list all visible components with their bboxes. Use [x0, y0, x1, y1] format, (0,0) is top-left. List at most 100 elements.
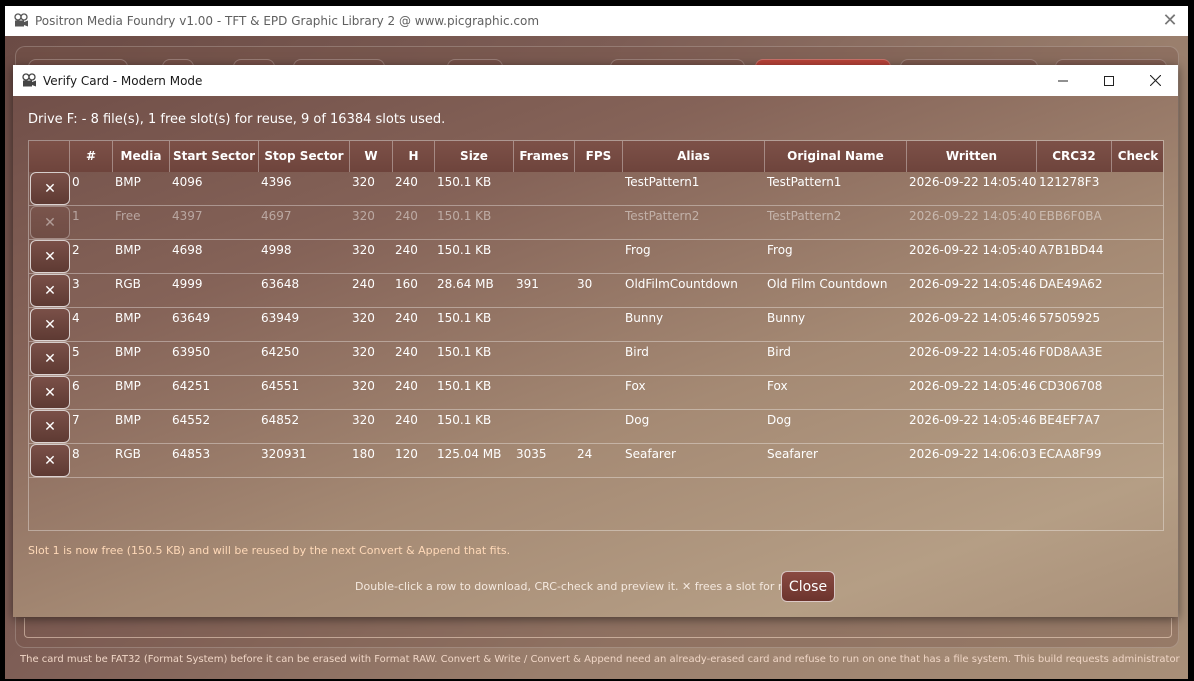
- cell-delete: ✕: [29, 274, 70, 307]
- cell-media: RGB: [115, 447, 141, 461]
- cell-fps: [575, 308, 623, 341]
- column-header-original-name[interactable]: Original Name: [765, 141, 907, 172]
- table-row[interactable]: ✕ 0 BMP 4096 4396 320 240 150.1 KB TestPattern1 T…: [29, 172, 1163, 206]
- cell-original-name: Frog: [767, 243, 793, 257]
- table-row[interactable]: ✕ 3 RGB 4999 63648 240 160 28.64 MB 391 30 OldFilm…: [29, 274, 1163, 308]
- cell-stop-sector: 4697: [261, 209, 292, 223]
- cell-frames: [514, 376, 575, 409]
- drive-summary: Drive F: - 8 file(s), 1 free slot(s) for…: [28, 112, 446, 127]
- dialog-close-button[interactable]: [1132, 65, 1178, 96]
- free-slot-button[interactable]: ✕: [30, 206, 70, 239]
- cell-check: [1112, 410, 1163, 443]
- cell-num: 5: [72, 345, 80, 359]
- cell-crc32: BE4EF7A7: [1039, 413, 1101, 427]
- cell-fps: 24: [577, 447, 593, 461]
- free-slot-button[interactable]: ✕: [30, 274, 70, 307]
- free-slot-button[interactable]: ✕: [30, 444, 70, 477]
- main-close-button[interactable]: ✕: [1160, 10, 1180, 32]
- table-row[interactable]: ✕ 8 RGB 64853 320931 180 120 125.04 MB 3035 24 Sea…: [29, 444, 1163, 478]
- column-header-num[interactable]: #: [70, 141, 113, 172]
- cell-written: 2026-09-22 14:05:46: [909, 413, 1037, 427]
- cell-num: 2: [72, 243, 80, 257]
- free-slot-button[interactable]: ✕: [30, 376, 70, 409]
- minimize-button[interactable]: [1040, 65, 1086, 96]
- cell-written: 2026-09-22 14:05:46: [909, 379, 1037, 393]
- dialog-titlebar[interactable]: Verify Card - Modern Mode: [13, 65, 1178, 96]
- cell-alias: TestPattern1: [625, 175, 700, 189]
- cell-crc32: 121278F3: [1039, 175, 1100, 189]
- column-header-written[interactable]: Written: [907, 141, 1037, 172]
- cell-check: [1112, 172, 1163, 205]
- cell-size: 150.1 KB: [437, 413, 492, 427]
- cell-crc32: F0D8AA3E: [1039, 345, 1103, 359]
- usage-hint: Double-click a row to download, CRC-chec…: [355, 580, 812, 593]
- cell-check: [1112, 206, 1163, 239]
- cell-start-sector: 4096: [172, 175, 203, 189]
- cell-start-sector: 63950: [172, 345, 211, 359]
- cell-delete: ✕: [29, 342, 70, 375]
- cell-height: 240: [395, 243, 418, 257]
- cell-stop-sector: 320931: [261, 447, 307, 461]
- cell-alias: Seafarer: [625, 447, 676, 461]
- cell-written: 2026-09-22 14:05:40: [909, 209, 1037, 223]
- cell-delete: ✕: [29, 308, 70, 341]
- cell-check: [1112, 308, 1163, 341]
- cell-check: [1112, 376, 1163, 409]
- table-row[interactable]: ✕ 4 BMP 63649 63949 320 240 150.1 KB Bunny Bunny 2…: [29, 308, 1163, 342]
- cell-width: 320: [352, 175, 375, 189]
- cell-written: 2026-09-22 14:05:46: [909, 345, 1037, 359]
- cell-original-name: Fox: [767, 379, 788, 393]
- cell-stop-sector: 63949: [261, 311, 300, 325]
- cell-width: 320: [352, 345, 375, 359]
- table-row[interactable]: ✕ 7 BMP 64552 64852 320 240 150.1 KB Dog Dog 2026-…: [29, 410, 1163, 444]
- cell-fps: [575, 206, 623, 239]
- cell-fps: [575, 240, 623, 273]
- column-header-check[interactable]: Check: [1112, 141, 1163, 172]
- cell-delete: ✕: [29, 206, 70, 239]
- cell-written: 2026-09-22 14:05:40: [909, 175, 1037, 189]
- column-header-height[interactable]: H: [393, 141, 435, 172]
- cell-alias: Frog: [625, 243, 651, 257]
- table-row[interactable]: ✕ 5 BMP 63950 64250 320 240 150.1 KB Bird Bird 202…: [29, 342, 1163, 376]
- cell-width: 240: [352, 277, 375, 291]
- cell-fps: [575, 376, 623, 409]
- free-slot-button[interactable]: ✕: [30, 410, 70, 443]
- cell-crc32: EBB6F0BA: [1039, 209, 1102, 223]
- column-header-start-sector[interactable]: Start Sector: [170, 141, 259, 172]
- column-header-alias[interactable]: Alias: [623, 141, 765, 172]
- column-header-size[interactable]: Size: [435, 141, 514, 172]
- cell-alias: Bunny: [625, 311, 664, 325]
- column-header-fps[interactable]: FPS: [575, 141, 623, 172]
- column-header-media[interactable]: Media: [113, 141, 170, 172]
- column-header-stop-sector[interactable]: Stop Sector: [259, 141, 350, 172]
- main-window-title: Positron Media Foundry v1.00 - TFT & EPD…: [35, 14, 540, 28]
- cell-size: 150.1 KB: [437, 311, 492, 325]
- column-header-crc32[interactable]: CRC32: [1037, 141, 1112, 172]
- free-slot-button[interactable]: ✕: [30, 308, 70, 341]
- column-header-frames[interactable]: Frames: [514, 141, 575, 172]
- film-camera-icon: [14, 13, 28, 27]
- cell-check: [1112, 240, 1163, 273]
- cell-fps: [575, 342, 623, 375]
- free-slot-button[interactable]: ✕: [30, 172, 70, 205]
- cell-original-name: TestPattern1: [767, 175, 842, 189]
- maximize-icon: [1104, 75, 1114, 86]
- cell-alias: Bird: [625, 345, 649, 359]
- maximize-button[interactable]: [1086, 65, 1132, 96]
- column-header-width[interactable]: W: [350, 141, 393, 172]
- cell-fps: 30: [577, 277, 593, 291]
- cell-frames: [514, 240, 575, 273]
- cell-frames: 3035: [516, 447, 547, 461]
- cell-check: [1112, 342, 1163, 375]
- table-row[interactable]: ✕ 2 BMP 4698 4998 320 240 150.1 KB Frog Frog 2026-…: [29, 240, 1163, 274]
- free-slot-button[interactable]: ✕: [30, 240, 70, 273]
- cell-delete: ✕: [29, 172, 70, 205]
- table-row[interactable]: ✕ 1 Free 4397 4697 320 240 150.1 KB TestPattern2…: [29, 206, 1163, 240]
- cell-stop-sector: 64250: [261, 345, 300, 359]
- table-row[interactable]: ✕ 6 BMP 64251 64551 320 240 150.1 KB Fox Fox 2026-…: [29, 376, 1163, 410]
- close-button[interactable]: Close: [781, 571, 835, 602]
- cell-frames: 391: [516, 277, 539, 291]
- column-header-delete[interactable]: [29, 141, 70, 172]
- cell-frames: [514, 308, 575, 341]
- free-slot-button[interactable]: ✕: [30, 342, 70, 375]
